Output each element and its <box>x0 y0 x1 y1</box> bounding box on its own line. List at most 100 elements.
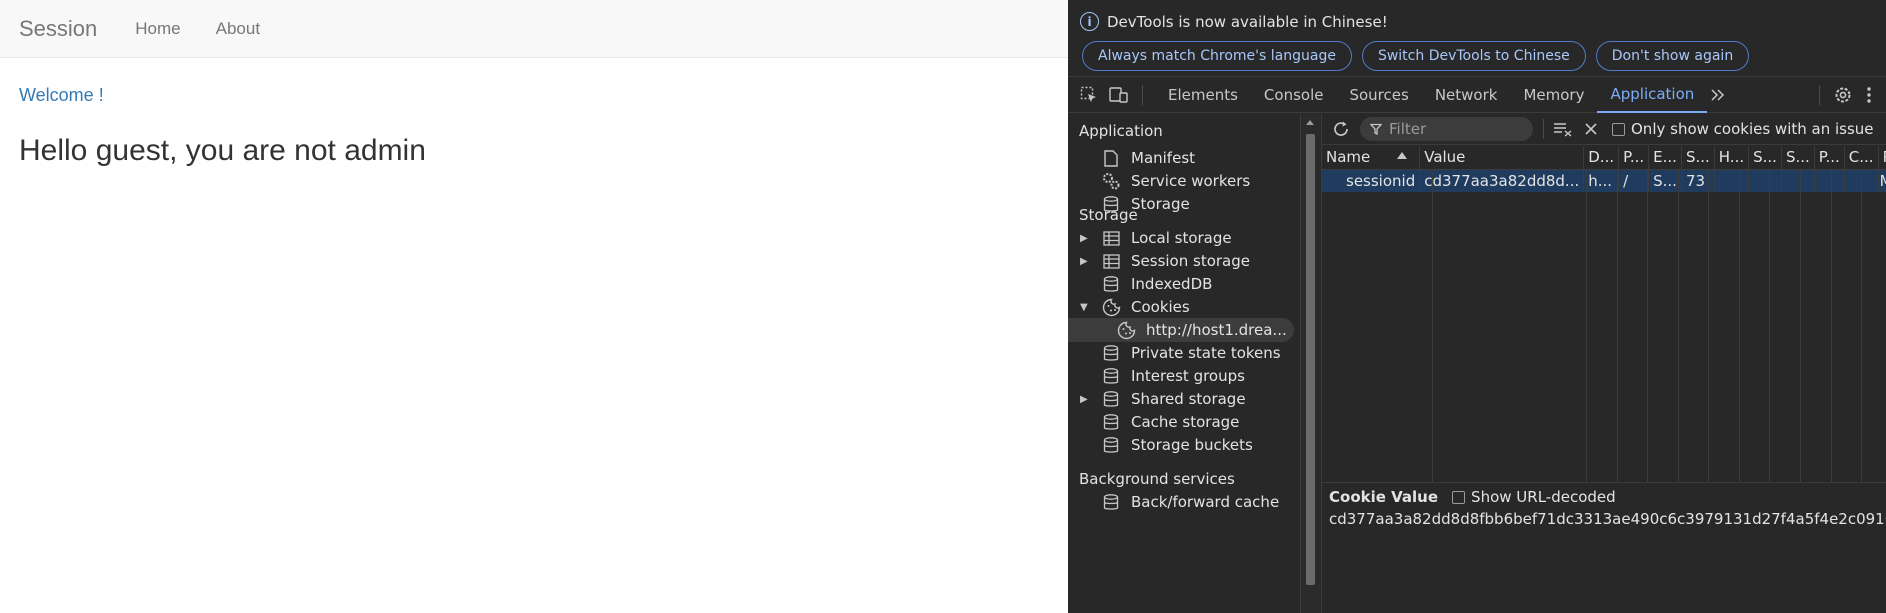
page-heading: Hello guest, you are not admin <box>19 134 426 167</box>
database-icon <box>1101 274 1121 294</box>
nav-link-about[interactable]: About <box>216 19 260 39</box>
gears-icon <box>1101 171 1121 191</box>
toolbar-divider <box>1543 119 1544 139</box>
show-url-decoded-label: Show URL-decoded <box>1471 488 1616 506</box>
sidebar-item-back-forward-cache[interactable]: Back/forward cache <box>1068 490 1300 514</box>
expand-arrow-icon[interactable]: ▶ <box>1080 394 1092 405</box>
sidebar-item-session-storage[interactable]: ▶ Session storage <box>1068 249 1300 273</box>
dont-show-again-button[interactable]: Don't show again <box>1595 41 1750 71</box>
scroll-up-arrow-icon[interactable] <box>1306 120 1314 125</box>
sidebar-item-label: Cookies <box>1131 298 1190 316</box>
language-infobar: i DevTools is now available in Chinese! … <box>1068 0 1886 75</box>
match-language-button[interactable]: Always match Chrome's language <box>1082 41 1352 71</box>
sidebar-item-service-workers[interactable]: Service workers <box>1068 169 1300 193</box>
inspect-element-icon[interactable] <box>1078 84 1100 106</box>
switch-chinese-button[interactable]: Switch DevTools to Chinese <box>1361 41 1586 71</box>
tab-sources[interactable]: Sources <box>1336 77 1421 113</box>
column-header-cross-site[interactable]: C... <box>1844 146 1879 170</box>
navbar-brand[interactable]: Session <box>19 16 97 42</box>
cookie-value-text[interactable]: cd377aa3a82dd8d8fbb6bef71dc3313ae490c6c3… <box>1329 510 1886 528</box>
sidebar-item-cookies[interactable]: ▼ Cookies <box>1068 295 1300 319</box>
sidebar-item-label: Back/forward cache <box>1131 493 1280 511</box>
sort-ascending-icon <box>1397 152 1408 159</box>
sidebar-item-private-state-tokens[interactable]: Private state tokens <box>1068 341 1300 365</box>
sidebar-scroll-thumb[interactable] <box>1306 134 1315 585</box>
cell-expires: S... <box>1648 169 1682 192</box>
cookie-value-label: Cookie Value <box>1329 488 1439 506</box>
sidebar-item-label: Storage buckets <box>1131 436 1253 454</box>
infobar-message: DevTools is now available in Chinese! <box>1107 12 1388 31</box>
sidebar-item-cache-storage[interactable]: Cache storage <box>1068 410 1300 434</box>
cookie-icon <box>1116 320 1136 340</box>
welcome-text: Welcome ! <box>19 85 104 105</box>
nav-link-home[interactable]: Home <box>135 19 180 39</box>
sidebar-item-label: Interest groups <box>1131 367 1245 385</box>
sidebar-item-label: Service workers <box>1131 172 1251 190</box>
column-header-path[interactable]: P... <box>1618 146 1650 170</box>
expand-arrow-icon[interactable]: ▶ <box>1080 233 1092 244</box>
column-header-partition-key[interactable]: P... <box>1814 146 1845 170</box>
application-sidebar: Application Manifest Service workers Sto… <box>1068 114 1300 613</box>
tab-memory[interactable]: Memory <box>1510 77 1597 113</box>
cookies-toolbar: Filter Only show cookies with an issue <box>1322 114 1886 145</box>
sidebar-item-label: http://host1.drea... <box>1146 321 1287 339</box>
more-options-icon[interactable] <box>1858 84 1880 106</box>
cell-secure <box>1748 169 1782 192</box>
sidebar-item-interest-groups[interactable]: Interest groups <box>1068 364 1300 388</box>
cell-domain: h... <box>1583 169 1620 192</box>
column-header-httponly[interactable]: H... <box>1714 146 1750 170</box>
filter-input[interactable]: Filter <box>1360 117 1533 141</box>
sidebar-item-label: Private state tokens <box>1131 344 1281 362</box>
database-icon <box>1101 412 1121 432</box>
sidebar-item-cookie-origin[interactable]: http://host1.drea... <box>1068 318 1294 342</box>
tab-network[interactable]: Network <box>1422 77 1511 113</box>
cell-samesite <box>1781 169 1815 192</box>
tab-console[interactable]: Console <box>1251 77 1337 113</box>
column-header-samesite[interactable]: S... <box>1781 146 1815 170</box>
database-icon <box>1101 389 1121 409</box>
database-icon <box>1101 435 1121 455</box>
column-header-secure[interactable]: S... <box>1748 146 1782 170</box>
sidebar-item-label: Session storage <box>1131 252 1250 270</box>
column-header-value[interactable]: Value <box>1419 146 1585 170</box>
settings-gear-icon[interactable] <box>1832 84 1854 106</box>
sidebar-item-storage-buckets[interactable]: Storage buckets <box>1068 433 1300 457</box>
column-header-domain[interactable]: D... <box>1583 146 1620 170</box>
refresh-icon[interactable] <box>1330 118 1352 140</box>
cell-priority: M <box>1878 169 1886 192</box>
tab-elements[interactable]: Elements <box>1155 77 1251 113</box>
sidebar-item-shared-storage[interactable]: ▶ Shared storage <box>1068 387 1300 411</box>
only-issues-checkbox[interactable] <box>1612 122 1625 136</box>
column-header-priority[interactable]: P <box>1878 146 1886 170</box>
column-header-size[interactable]: S... <box>1681 146 1715 170</box>
column-header-name[interactable]: Name <box>1322 146 1421 170</box>
cell-size: 73 <box>1681 169 1715 192</box>
toolbar-divider-right <box>1819 85 1820 105</box>
collapse-arrow-icon[interactable]: ▼ <box>1080 302 1092 313</box>
sidebar-scrollbar[interactable] <box>1300 114 1320 613</box>
tab-application[interactable]: Application <box>1597 77 1708 113</box>
document-icon <box>1101 148 1121 168</box>
device-toolbar-icon[interactable] <box>1108 84 1130 106</box>
cell-partition-key <box>1814 169 1845 192</box>
delete-selected-icon[interactable] <box>1580 118 1602 140</box>
filter-placeholder: Filter <box>1389 120 1427 138</box>
sidebar-item-label: Local storage <box>1131 229 1232 247</box>
sidebar-item-manifest[interactable]: Manifest <box>1068 146 1300 170</box>
sidebar-item-label: Cache storage <box>1131 413 1240 431</box>
table-row[interactable]: sessionid cd377aa3a82dd8d... h... / S...… <box>1322 169 1886 192</box>
cell-httponly <box>1714 169 1750 192</box>
database-icon <box>1101 492 1121 512</box>
show-url-decoded-checkbox[interactable] <box>1452 490 1466 504</box>
clear-filtered-cookies-icon[interactable] <box>1552 118 1574 140</box>
sidebar-item-local-storage[interactable]: ▶ Local storage <box>1068 226 1300 250</box>
devtools-panel: i DevTools is now available in Chinese! … <box>1068 0 1886 613</box>
column-header-expires[interactable]: E... <box>1648 146 1682 170</box>
more-tabs-icon[interactable] <box>1707 84 1729 106</box>
sidebar-item-indexeddb[interactable]: IndexedDB <box>1068 272 1300 296</box>
cell-name: sessionid <box>1322 169 1421 192</box>
sidebar-item-label: Shared storage <box>1131 390 1246 408</box>
expand-arrow-icon[interactable]: ▶ <box>1080 256 1092 267</box>
cell-path: / <box>1618 169 1650 192</box>
cookies-table: Name Value D... P... E... S... H... S...… <box>1322 146 1886 192</box>
